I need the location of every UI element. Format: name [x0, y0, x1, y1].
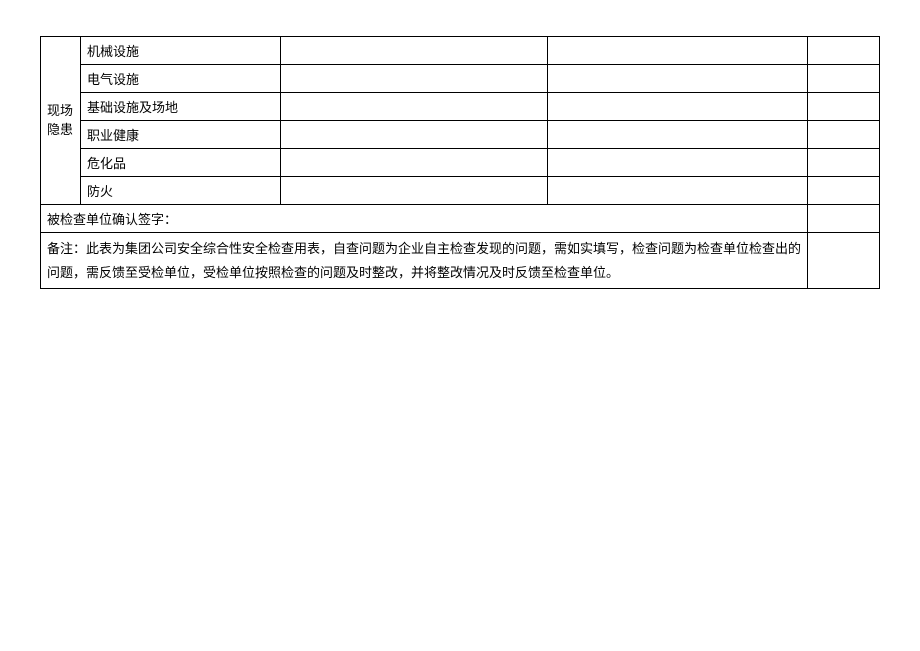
table-row: 现场隐患 机械设施 — [41, 37, 880, 65]
item-label: 危化品 — [81, 149, 281, 177]
note-row: 备注：此表为集团公司安全综合性安全检查用表，自查问题为企业自主检查发现的问题，需… — [41, 233, 880, 289]
item-label: 电气设施 — [81, 65, 281, 93]
item-label: 机械设施 — [81, 37, 281, 65]
cell — [548, 177, 808, 205]
signature-row: 被检查单位确认签字： — [41, 205, 880, 233]
cell — [808, 37, 880, 65]
cell — [808, 93, 880, 121]
cell — [808, 177, 880, 205]
cell — [281, 177, 548, 205]
cell — [808, 65, 880, 93]
item-label: 基础设施及场地 — [81, 93, 281, 121]
table-row: 危化品 — [41, 149, 880, 177]
category-cell: 现场隐患 — [41, 37, 81, 205]
table-row: 基础设施及场地 — [41, 93, 880, 121]
cell — [548, 121, 808, 149]
cell — [808, 121, 880, 149]
cell — [808, 149, 880, 177]
cell — [548, 149, 808, 177]
cell — [548, 37, 808, 65]
signature-label: 被检查单位确认签字： — [41, 205, 808, 233]
item-label: 防火 — [81, 177, 281, 205]
cell — [808, 233, 880, 289]
note-text: 备注：此表为集团公司安全综合性安全检查用表，自查问题为企业自主检查发现的问题，需… — [41, 233, 808, 289]
cell — [548, 93, 808, 121]
table-row: 电气设施 — [41, 65, 880, 93]
cell — [281, 37, 548, 65]
table-row: 防火 — [41, 177, 880, 205]
cell — [808, 205, 880, 233]
cell — [281, 149, 548, 177]
cell — [281, 121, 548, 149]
cell — [281, 93, 548, 121]
cell — [281, 65, 548, 93]
cell — [548, 65, 808, 93]
table-row: 职业健康 — [41, 121, 880, 149]
safety-inspection-table: 现场隐患 机械设施 电气设施 基础设施及场地 职业健康 危化品 — [40, 36, 880, 289]
item-label: 职业健康 — [81, 121, 281, 149]
